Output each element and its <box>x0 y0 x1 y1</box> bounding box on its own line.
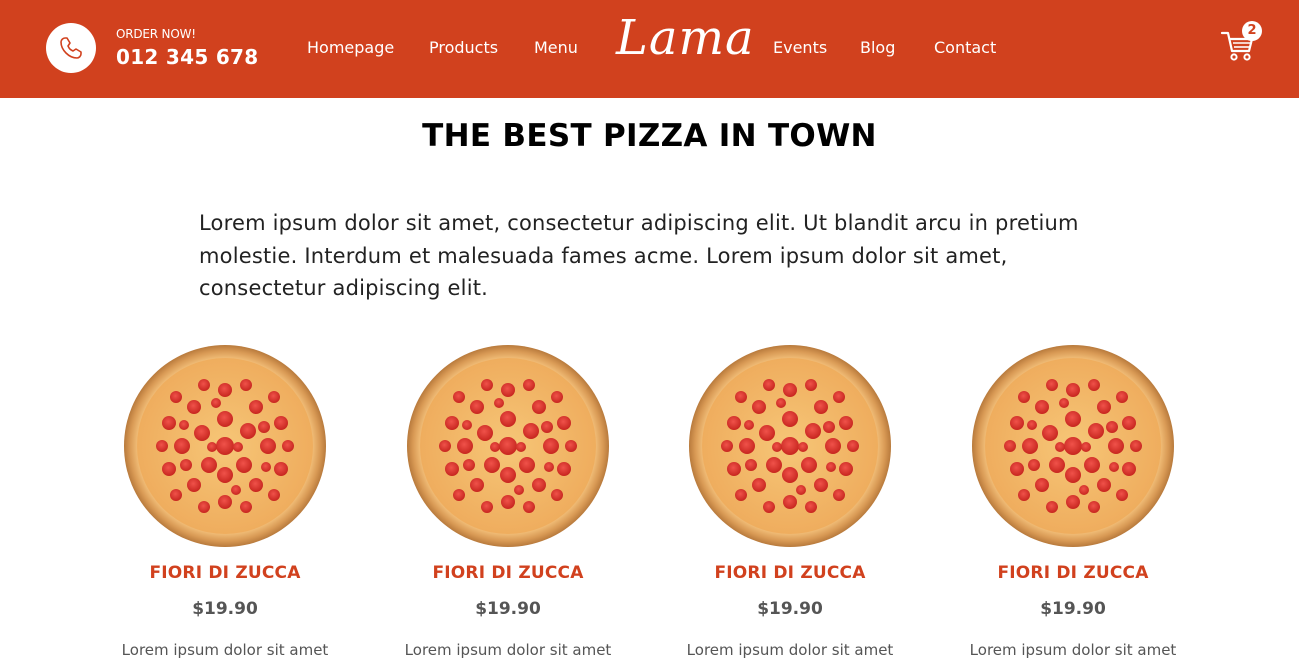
product-price: $19.90 <box>192 599 258 619</box>
phone-number[interactable]: 012 345 678 <box>116 45 258 69</box>
product-description: Lorem ipsum dolor sit amet consectetur a… <box>969 641 1177 665</box>
product-title[interactable]: FIORI DI ZUCCA <box>962 563 1184 583</box>
page-title: THE BEST PIZZA IN TOWN <box>422 118 877 154</box>
order-now-label: ORDER NOW! <box>116 27 196 41</box>
nav-link-contact[interactable]: Contact <box>934 38 996 57</box>
product-card[interactable]: FIORI DI ZUCCA $19.90 Lorem ipsum dolor … <box>962 345 1182 665</box>
product-price: $19.90 <box>757 599 823 619</box>
nav-link-homepage[interactable]: Homepage <box>307 38 394 57</box>
product-description: Lorem ipsum dolor sit amet consectetur a… <box>686 641 894 665</box>
nav-link-menu[interactable]: Menu <box>534 38 578 57</box>
phone-button[interactable] <box>46 23 96 73</box>
pizza-image[interactable] <box>124 345 326 547</box>
nav-link-events[interactable]: Events <box>773 38 827 57</box>
product-description: Lorem ipsum dolor sit amet consectetur a… <box>121 641 329 665</box>
product-card[interactable]: FIORI DI ZUCCA $19.90 Lorem ipsum dolor … <box>397 345 617 665</box>
product-price: $19.90 <box>1040 599 1106 619</box>
intro-text: Lorem ipsum dolor sit amet, consectetur … <box>199 211 1079 300</box>
navbar: ORDER NOW! 012 345 678 Homepage Products… <box>0 0 1299 98</box>
product-title[interactable]: FIORI DI ZUCCA <box>114 563 336 583</box>
pizza-image[interactable] <box>972 345 1174 547</box>
nav-link-blog[interactable]: Blog <box>860 38 895 57</box>
pizza-image[interactable] <box>407 345 609 547</box>
product-price: $19.90 <box>475 599 541 619</box>
nav-link-products[interactable]: Products <box>429 38 498 57</box>
product-card[interactable]: FIORI DI ZUCCA $19.90 Lorem ipsum dolor … <box>679 345 899 665</box>
product-title[interactable]: FIORI DI ZUCCA <box>397 563 619 583</box>
pizza-image[interactable] <box>689 345 891 547</box>
product-card[interactable]: FIORI DI ZUCCA $19.90 Lorem ipsum dolor … <box>114 345 334 665</box>
logo[interactable]: Lama <box>616 10 755 66</box>
product-description: Lorem ipsum dolor sit amet consectetur a… <box>404 641 612 665</box>
cart-count-badge: 2 <box>1242 21 1262 41</box>
phone-icon <box>60 37 82 59</box>
product-title[interactable]: FIORI DI ZUCCA <box>679 563 901 583</box>
